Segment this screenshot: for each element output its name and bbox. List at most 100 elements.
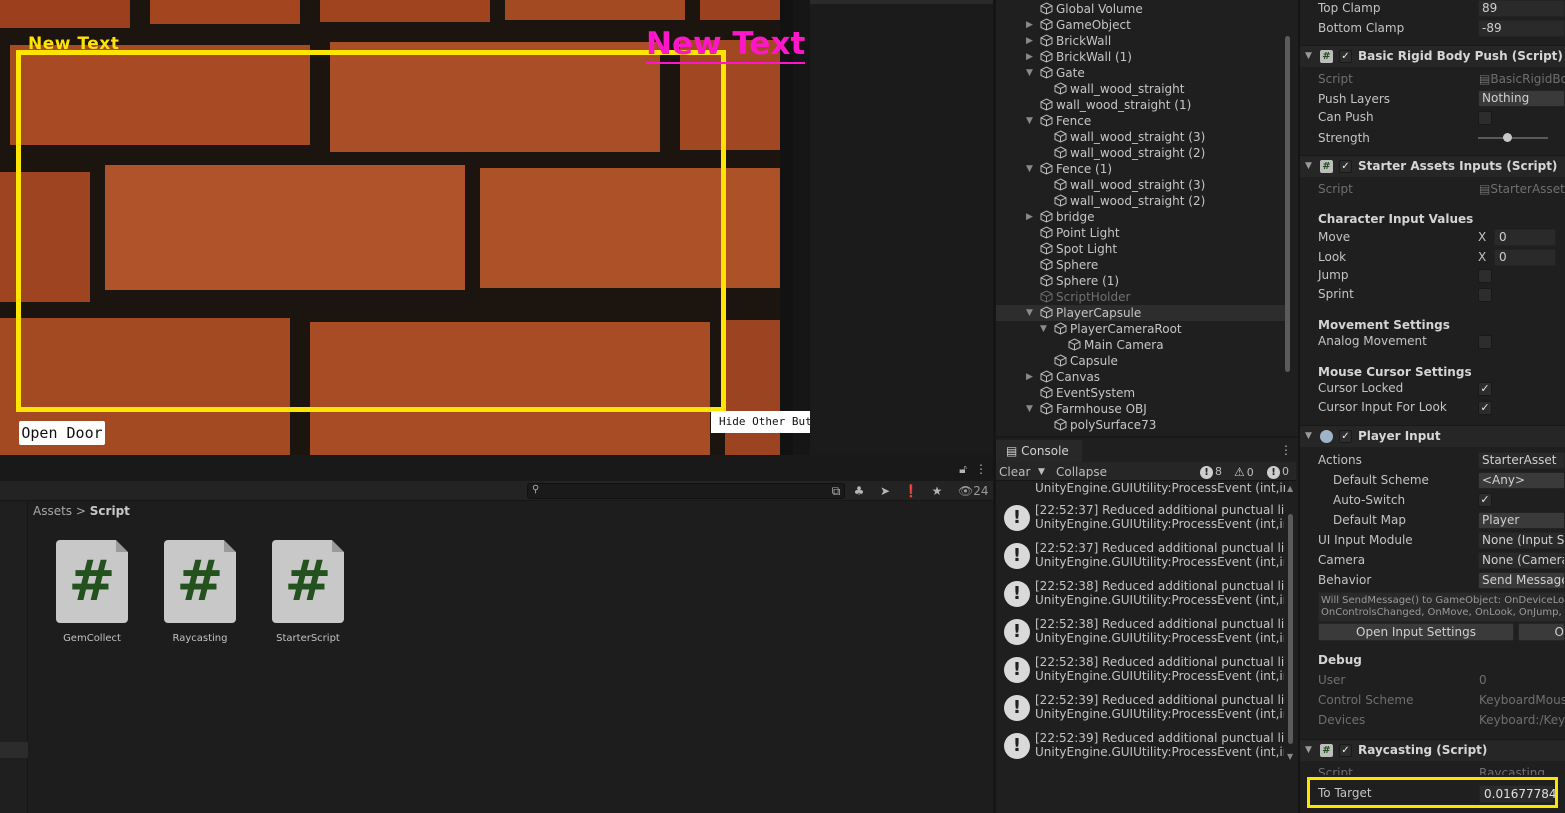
hierarchy-item[interactable]: wall_wood_straight (2)	[996, 193, 1286, 209]
component-header-starter-inputs[interactable]: ▼ # ✓ Starter Assets Inputs (Script)	[1300, 155, 1565, 177]
asset-starterscript[interactable]: # StarterScript	[263, 540, 353, 644]
hierarchy-item[interactable]: ▶ GameObject	[996, 17, 1286, 33]
more-options-icon[interactable]: ⋮	[973, 461, 989, 477]
console-log-entry[interactable]: ! [22:52:37] Reduced additional punctual …	[998, 537, 1284, 575]
enable-checkbox[interactable]: ✓	[1339, 50, 1352, 63]
search-by-type-icon[interactable]: ⧉	[828, 483, 844, 499]
default-map-dropdown[interactable]: Player	[1478, 512, 1565, 529]
foldout-arrow-icon[interactable]: ▶	[1026, 209, 1033, 225]
strength-slider-handle[interactable]	[1503, 133, 1512, 142]
console-more-icon[interactable]: ⋮	[1280, 443, 1292, 457]
foldout-arrow-icon[interactable]: ▼	[1026, 161, 1033, 177]
actions-field[interactable]: StarterAsset	[1478, 452, 1565, 469]
console-log-entry[interactable]: ! [22:52:39] Reduced additional punctual …	[998, 689, 1284, 727]
console-log-entry[interactable]: ! [22:52:38] Reduced additional punctual …	[998, 651, 1284, 689]
hierarchy-item[interactable]: ▶ Canvas	[996, 369, 1286, 385]
foldout-icon[interactable]: ▼	[1305, 745, 1312, 755]
hierarchy-item[interactable]: ▼ PlayerCameraRoot	[996, 321, 1286, 337]
foldout-icon[interactable]: ▼	[1305, 51, 1312, 61]
breadcrumb-script[interactable]: Script	[90, 504, 130, 518]
enable-checkbox[interactable]: ✓	[1339, 160, 1352, 173]
default-scheme-dropdown[interactable]: <Any>	[1478, 472, 1565, 489]
can-push-checkbox[interactable]	[1478, 111, 1492, 125]
hierarchy-item[interactable]: ▼ Fence (1)	[996, 161, 1286, 177]
hierarchy-scrollbar[interactable]	[1283, 4, 1293, 432]
hierarchy-item[interactable]: ScriptHolder	[996, 289, 1286, 305]
camera-field[interactable]: None (Camera)	[1478, 552, 1565, 569]
console-scrollbar-thumb[interactable]	[1288, 514, 1293, 744]
component-header-push[interactable]: ▼ # ✓ Basic Rigid Body Push (Script)	[1300, 45, 1565, 67]
move-x-field[interactable]: 0	[1494, 229, 1556, 246]
hide-other-buttons-button[interactable]: Hide Other Butto	[711, 411, 810, 433]
enable-checkbox[interactable]: ✓	[1339, 744, 1352, 757]
hierarchy-item[interactable]: Main Camera	[996, 337, 1286, 353]
hierarchy-item[interactable]: Point Light	[996, 225, 1286, 241]
open-input-debugger-button[interactable]: O	[1518, 623, 1565, 641]
error-count-toggle[interactable]: ! 0	[1267, 464, 1289, 480]
cursor-locked-checkbox[interactable]: ✓	[1478, 382, 1492, 396]
foldout-icon[interactable]: ▼	[1305, 161, 1312, 171]
panel-divider[interactable]	[993, 0, 995, 813]
look-x-field[interactable]: 0	[1494, 249, 1556, 266]
hierarchy-item[interactable]: ▼ Fence	[996, 113, 1286, 129]
foldout-arrow-icon[interactable]: ▼	[1026, 401, 1033, 417]
hierarchy-item[interactable]: ▼ Farmhouse OBJ	[996, 401, 1286, 417]
sprint-checkbox[interactable]	[1478, 288, 1492, 302]
hierarchy-item[interactable]: wall_wood_straight (3)	[996, 129, 1286, 145]
breadcrumb-assets[interactable]: Assets	[33, 504, 72, 518]
filter-by-type-icon[interactable]: ♣	[851, 483, 867, 499]
asset-gemcollect[interactable]: # GemCollect	[47, 540, 137, 644]
hierarchy-item[interactable]: Sphere (1)	[996, 273, 1286, 289]
hierarchy-item[interactable]: wall_wood_straight	[996, 81, 1286, 97]
hierarchy-item[interactable]: ▶ bridge	[996, 209, 1286, 225]
hierarchy-item[interactable]: polySurface73	[996, 417, 1286, 433]
hierarchy-item[interactable]: Spot Light	[996, 241, 1286, 257]
console-log-entry[interactable]: ! [22:52:37] Reduced additional punctual …	[998, 499, 1284, 537]
clear-options-dropdown-icon[interactable]: ▼	[1038, 464, 1045, 480]
hierarchy-item[interactable]: EventSystem	[996, 385, 1286, 401]
tab-console[interactable]: ▤ Console	[996, 440, 1082, 462]
enable-checkbox[interactable]: ✓	[1339, 430, 1352, 443]
scroll-down-icon[interactable]: ▼	[1287, 752, 1293, 761]
foldout-arrow-icon[interactable]: ▼	[1026, 305, 1033, 321]
foldout-arrow-icon[interactable]: ▼	[1026, 113, 1033, 129]
scroll-up-icon[interactable]: ▲	[1287, 484, 1293, 493]
ui-input-module-field[interactable]: None (Input Sy	[1478, 532, 1565, 549]
foldout-icon[interactable]: ▼	[1305, 431, 1312, 441]
console-log-entry[interactable]: ! [22:52:39] Reduced additional punctual …	[998, 727, 1284, 765]
auto-switch-checkbox[interactable]: ✓	[1478, 493, 1492, 507]
open-input-settings-button[interactable]: Open Input Settings	[1318, 623, 1514, 641]
warning-count-toggle[interactable]: ⚠ 0	[1234, 464, 1254, 480]
log-count-toggle[interactable]: ! 8	[1200, 464, 1222, 480]
hierarchy-scrollbar-thumb[interactable]	[1285, 36, 1290, 372]
asset-raycasting[interactable]: # Raycasting	[155, 540, 245, 644]
hierarchy-item[interactable]: Capsule	[996, 353, 1286, 369]
cursor-input-look-checkbox[interactable]: ✓	[1478, 401, 1492, 415]
top-clamp-field[interactable]: 89	[1478, 0, 1565, 17]
foldout-arrow-icon[interactable]: ▶	[1026, 49, 1033, 65]
hierarchy-item[interactable]: ▶ BrickWall (1)	[996, 49, 1286, 65]
foldout-arrow-icon[interactable]: ▶	[1026, 369, 1033, 385]
foldout-arrow-icon[interactable]: ▼	[1026, 65, 1033, 81]
foldout-arrow-icon[interactable]: ▼	[1040, 321, 1047, 337]
hierarchy-item[interactable]: wall_wood_straight (3)	[996, 177, 1286, 193]
strength-slider-track[interactable]	[1478, 137, 1548, 139]
warning-filter-icon[interactable]: ❗	[903, 483, 919, 499]
lock-icon[interactable]: 🔓︎	[955, 461, 971, 477]
component-header-player-input[interactable]: ▼ ✓ Player Input	[1300, 425, 1565, 447]
bottom-clamp-field[interactable]: -89	[1478, 20, 1565, 37]
hierarchy-item[interactable]: Global Volume	[996, 1, 1286, 17]
folder-tree-selected-item[interactable]	[0, 742, 28, 758]
filter-by-label-icon[interactable]: ➤	[877, 483, 893, 499]
open-door-button[interactable]: Open Door	[19, 421, 105, 445]
hierarchy-item[interactable]: Sphere	[996, 257, 1286, 273]
hierarchy-item[interactable]: wall_wood_straight (2)	[996, 145, 1286, 161]
jump-checkbox[interactable]	[1478, 269, 1492, 283]
component-header-raycasting[interactable]: ▼ # ✓ Raycasting (Script)	[1300, 739, 1565, 761]
console-log-entry[interactable]: ! [22:52:38] Reduced additional punctual …	[998, 613, 1284, 651]
hierarchy-item[interactable]: wall_wood_straight (1)	[996, 97, 1286, 113]
hierarchy-item[interactable]: ▶ BrickWall	[996, 33, 1286, 49]
project-search-input[interactable]: ⚲	[527, 483, 845, 499]
analog-movement-checkbox[interactable]	[1478, 335, 1492, 349]
hierarchy-item[interactable]: ▼ PlayerCapsule	[996, 305, 1286, 321]
